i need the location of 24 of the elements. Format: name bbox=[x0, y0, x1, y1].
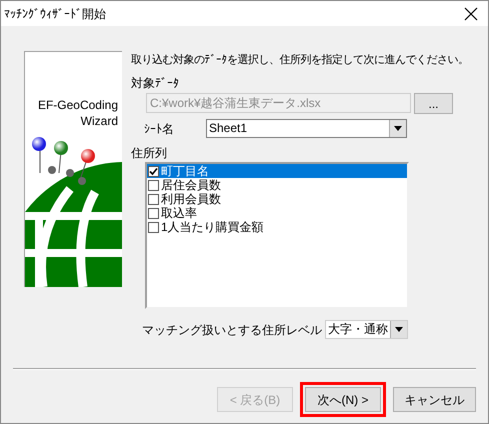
field-label: 住所列 bbox=[131, 146, 168, 160]
field-label: ｼｰﾄ名 bbox=[144, 120, 175, 138]
dropdown-button[interactable] bbox=[389, 120, 406, 137]
checkbox[interactable] bbox=[148, 194, 159, 204]
caret-icon bbox=[395, 327, 403, 332]
field-label: マッチング扱いとする住所レベル bbox=[142, 322, 322, 338]
window-title: ﾏｯﾁﾝｸﾞｳｨｻﾞｰﾄﾞ開始 bbox=[4, 6, 106, 22]
dialog-button[interactable]: キャンセル bbox=[393, 387, 476, 412]
sheet-select[interactable]: Sheet1 bbox=[206, 119, 407, 138]
logo-text: Wizard bbox=[80, 113, 118, 129]
column-list-item[interactable]: 町丁目名 bbox=[147, 164, 407, 178]
close-icon bbox=[464, 6, 478, 20]
checkbox[interactable] bbox=[148, 166, 159, 176]
dropdown-button[interactable] bbox=[390, 321, 407, 338]
level-select[interactable]: 大字・通称 bbox=[325, 320, 408, 339]
logo-text: EF-GeoCoding bbox=[38, 97, 118, 113]
checkbox[interactable] bbox=[148, 180, 159, 190]
field-label: 対象ﾃﾞｰﾀ bbox=[131, 76, 180, 90]
dialog-button[interactable]: 次へ(N) > bbox=[305, 387, 381, 412]
checkbox[interactable] bbox=[148, 208, 159, 218]
caret-icon bbox=[394, 126, 402, 131]
checkbox[interactable] bbox=[148, 222, 159, 232]
instruction-text: 取り込む対象のﾃﾞｰﾀを選択し、住所列を指定して次に進んでください。 bbox=[131, 52, 468, 68]
close-button[interactable] bbox=[462, 4, 480, 22]
